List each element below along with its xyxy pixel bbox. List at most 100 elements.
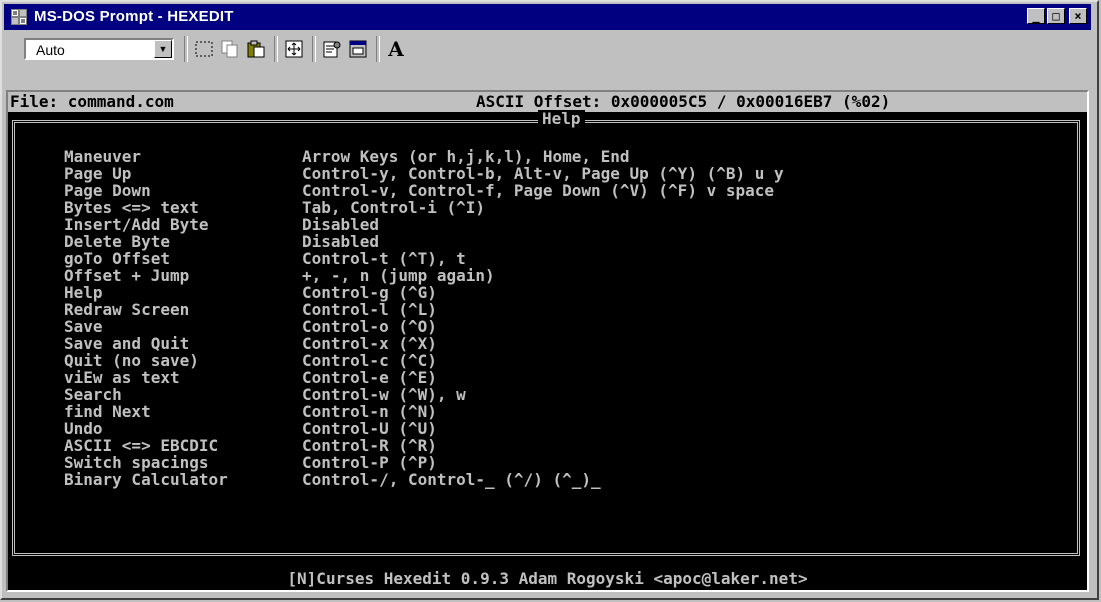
help-key: goTo Offset bbox=[64, 249, 170, 268]
help-key: Maneuver bbox=[64, 147, 142, 166]
toolbar-separator bbox=[376, 36, 380, 62]
help-title: Help bbox=[538, 110, 585, 128]
help-value: Control-/, Control-_ (^/) (^_)_ bbox=[302, 470, 601, 489]
help-value: Disabled bbox=[302, 232, 380, 251]
help-row: Binary Calculator Control-/, Control-_ (^… bbox=[64, 470, 784, 489]
properties-icon bbox=[323, 41, 341, 58]
help-key: find Next bbox=[64, 402, 151, 421]
background-button[interactable] bbox=[346, 37, 370, 61]
help-key: Undo bbox=[64, 419, 103, 438]
fullscreen-button[interactable] bbox=[282, 37, 306, 61]
help-row: Quit (no save) Control-c (^C) bbox=[64, 351, 784, 370]
help-key: Save bbox=[64, 317, 103, 336]
background-icon bbox=[349, 40, 367, 58]
help-key: Save and Quit bbox=[64, 334, 190, 353]
help-list: Maneuver Arrow Keys (or h,j,k,l), Home, E… bbox=[64, 147, 784, 489]
help-row: Delete Byte Disabled bbox=[64, 232, 784, 251]
minimize-button[interactable]: _ bbox=[1027, 8, 1045, 24]
help-value: Control-y, Control-b, Alt-v, Page Up (^Y… bbox=[302, 164, 784, 183]
console-area[interactable]: File: command.com ASCII Offset: 0x000005… bbox=[6, 90, 1089, 592]
toolbar-separator bbox=[274, 36, 278, 62]
help-key: Offset + Jump bbox=[64, 266, 190, 285]
window-title: MS-DOS Prompt - HEXEDIT bbox=[34, 8, 234, 25]
help-key: viEw as text bbox=[64, 368, 180, 387]
help-row: Switch spacings Control-P (^P) bbox=[64, 453, 784, 472]
properties-button[interactable] bbox=[320, 37, 344, 61]
window-controls: _ □ × bbox=[1027, 8, 1087, 24]
status-offset: ASCII Offset: 0x000005C5 / 0x00016EB7 (%… bbox=[476, 92, 891, 111]
help-row: Help Control-g (^G) bbox=[64, 283, 784, 302]
help-value: Control-w (^W), w bbox=[302, 385, 466, 404]
terminal-screen[interactable]: File: command.com ASCII Offset: 0x000005… bbox=[8, 92, 1087, 590]
font-icon: A bbox=[388, 37, 404, 61]
copy-button[interactable] bbox=[218, 37, 242, 61]
help-row: Page Up Control-y, Control-b, Alt-v, Page… bbox=[64, 164, 784, 183]
chevron-down-icon[interactable]: ▼ bbox=[154, 40, 172, 58]
help-row: ASCII <=> EBCDIC Control-R (^R) bbox=[64, 436, 784, 455]
help-value: Control-t (^T), t bbox=[302, 249, 466, 268]
help-row: Save and Quit Control-x (^X) bbox=[64, 334, 784, 353]
help-value: Control-o (^O) bbox=[302, 317, 437, 336]
paste-icon bbox=[247, 40, 265, 58]
maximize-button[interactable]: □ bbox=[1047, 8, 1065, 24]
help-row: Bytes <=> text Tab, Control-i (^I) bbox=[64, 198, 784, 217]
help-value: Arrow Keys (or h,j,k,l), Home, End bbox=[302, 147, 630, 166]
help-value: Control-v, Control-f, Page Down (^V) (^F… bbox=[302, 181, 775, 200]
help-value: Tab, Control-i (^I) bbox=[302, 198, 486, 217]
help-row: find Next Control-n (^N) bbox=[64, 402, 784, 421]
help-value: Control-U (^U) bbox=[302, 419, 437, 438]
close-button[interactable]: × bbox=[1069, 8, 1087, 24]
help-key: ASCII <=> EBCDIC bbox=[64, 436, 219, 455]
title-bar[interactable]: MS-DOS Prompt - HEXEDIT _ □ × bbox=[4, 4, 1091, 30]
help-value: +, -, n (jump again) bbox=[302, 266, 495, 285]
font-size-select[interactable]: Auto ▼ bbox=[24, 38, 174, 60]
help-row: Undo Control-U (^U) bbox=[64, 419, 784, 438]
help-value: Control-R (^R) bbox=[302, 436, 437, 455]
help-key: Bytes <=> text bbox=[64, 198, 199, 217]
fullscreen-icon bbox=[285, 40, 303, 58]
help-key: Page Up bbox=[64, 164, 132, 183]
status-file: File: command.com bbox=[10, 92, 174, 111]
toolbar-separator bbox=[312, 36, 316, 62]
font-size-value: Auto bbox=[36, 42, 65, 58]
help-row: Save Control-o (^O) bbox=[64, 317, 784, 336]
help-row: goTo Offset Control-t (^T), t bbox=[64, 249, 784, 268]
copy-icon bbox=[221, 40, 238, 58]
close-icon: × bbox=[1074, 9, 1082, 23]
help-value: Control-l (^L) bbox=[302, 300, 437, 319]
help-key: Redraw Screen bbox=[64, 300, 190, 319]
toolbar: Auto ▼ A bbox=[4, 32, 1091, 90]
footer-credit: [N]Curses Hexedit 0.9.3 Adam Rogoyski <a… bbox=[287, 569, 808, 588]
help-value: Control-e (^E) bbox=[302, 368, 437, 387]
help-row: Redraw Screen Control-l (^L) bbox=[64, 300, 784, 319]
msdos-window: MS-DOS Prompt - HEXEDIT _ □ × Auto ▼ A F… bbox=[0, 0, 1099, 600]
help-value: Control-P (^P) bbox=[302, 453, 437, 472]
help-key: Page Down bbox=[64, 181, 151, 200]
help-value: Control-g (^G) bbox=[302, 283, 437, 302]
help-row: Page Down Control-v, Control-f, Page Down… bbox=[64, 181, 784, 200]
help-value: Control-x (^X) bbox=[302, 334, 437, 353]
paste-button[interactable] bbox=[244, 37, 268, 61]
help-key: Delete Byte bbox=[64, 232, 170, 251]
maximize-icon: □ bbox=[1052, 9, 1060, 23]
msdos-app-icon[interactable] bbox=[10, 8, 28, 26]
font-button[interactable]: A bbox=[384, 37, 408, 61]
help-key: Help bbox=[64, 283, 103, 302]
minimize-icon: _ bbox=[1032, 9, 1040, 23]
help-row: Insert/Add Byte Disabled bbox=[64, 215, 784, 234]
help-key: Binary Calculator bbox=[64, 470, 228, 489]
mark-button[interactable] bbox=[192, 37, 216, 61]
help-row: Maneuver Arrow Keys (or h,j,k,l), Home, E… bbox=[64, 147, 784, 166]
mark-icon bbox=[195, 41, 213, 57]
help-row: viEw as text Control-e (^E) bbox=[64, 368, 784, 387]
help-key: Search bbox=[64, 385, 122, 404]
help-key: Switch spacings bbox=[64, 453, 209, 472]
help-key: Insert/Add Byte bbox=[64, 215, 209, 234]
toolbar-separator bbox=[184, 36, 188, 62]
help-row: Search Control-w (^W), w bbox=[64, 385, 784, 404]
help-value: Disabled bbox=[302, 215, 380, 234]
help-row: Offset + Jump +, -, n (jump again) bbox=[64, 266, 784, 285]
help-value: Control-c (^C) bbox=[302, 351, 437, 370]
help-value: Control-n (^N) bbox=[302, 402, 437, 421]
help-key: Quit (no save) bbox=[64, 351, 199, 370]
